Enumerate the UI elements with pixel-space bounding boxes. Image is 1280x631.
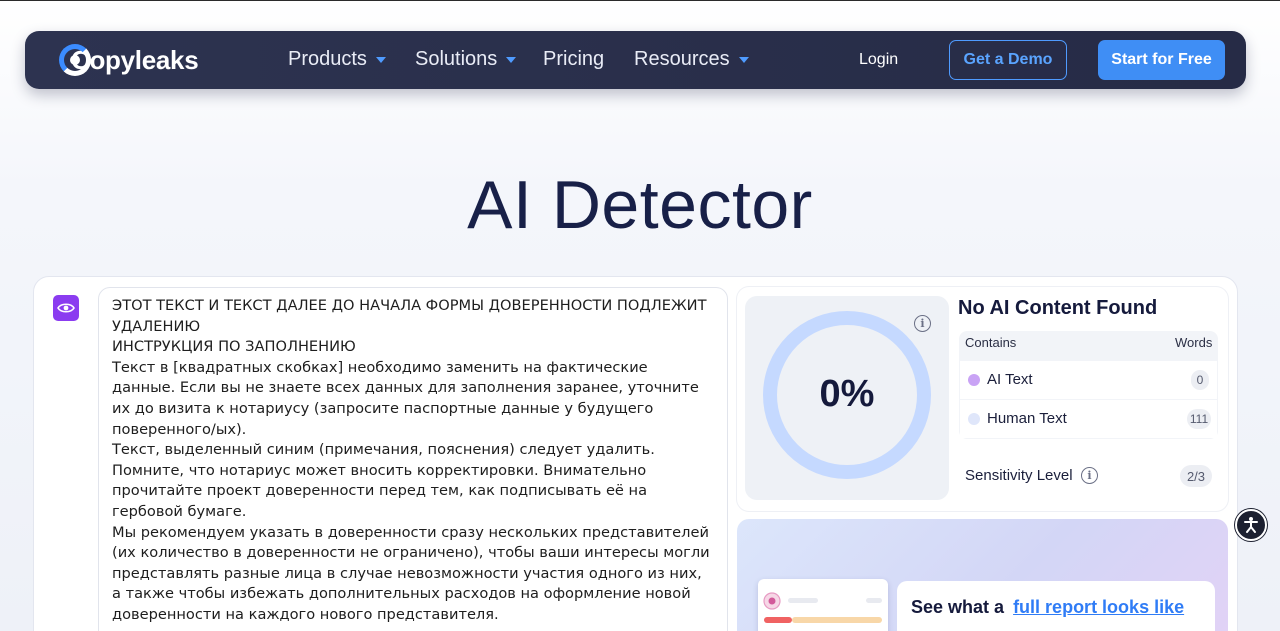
ai-text-label: AI Text [987,371,1033,388]
ai-text-count: 0 [1191,370,1209,390]
full-report-link[interactable]: full report looks like [1013,597,1184,617]
info-icon[interactable]: i [1081,467,1098,484]
nav-resources-label: Resources [634,48,730,70]
human-text-label: Human Text [987,410,1067,427]
logo-ring-icon [59,44,91,76]
ai-score-value: 0% [819,373,875,415]
nav-solutions[interactable]: Solutions [415,48,517,71]
editor-paragraph: Мы рекомендуем указать в доверенности ср… [112,523,710,623]
top-border [0,0,1280,1]
nav-products-label: Products [288,48,367,70]
stat-row-human: Human Text 111 [960,400,1217,438]
stat-row-ai: AI Text 0 [960,361,1217,399]
promo-lead: See what a [911,597,1005,617]
editor-paragraph: Текст в [квадратных скобках] необходимо … [112,358,699,438]
editor-paragraph: ЭТОТ ТЕКСТ И ТЕКСТ ДАЛЕЕ ДО НАЧАЛА ФОРМЫ… [112,297,707,335]
accessibility-icon[interactable] [1235,509,1267,541]
page-title: AI Detector [467,167,813,243]
eye-icon[interactable] [53,295,79,321]
chevron-down-icon [375,56,386,63]
contains-header: Contains [965,335,1017,350]
copyleaks-logo[interactable]: Copyleaks [59,43,199,77]
report-preview-thumbnail [758,579,888,631]
start-free-button[interactable]: Start for Free [1098,40,1225,80]
info-icon[interactable]: i [914,315,931,332]
nav-pricing-label: Pricing [543,48,605,70]
nav-pricing[interactable]: Pricing [543,48,604,71]
nav-solutions-label: Solutions [415,48,498,70]
human-text-count: 111 [1187,409,1211,429]
get-demo-button[interactable]: Get a Demo [949,40,1067,80]
result-title: No AI Content Found [958,297,1158,319]
editor-content[interactable]: ЭТОТ ТЕКСТ И ТЕКСТ ДАЛЕЕ ДО НАЧАЛА ФОРМЫ… [112,296,712,626]
ai-text-dot-icon [968,374,980,386]
editor-paragraph: Текст, выделенный синим (примечания, поя… [112,441,655,520]
sensitivity-label: Sensitivity Level [965,467,1073,484]
sensitivity-value[interactable]: 2/3 [1180,465,1212,487]
chevron-down-icon [506,56,517,63]
promo-text: See what a full report looks like [911,597,1184,618]
nav-resources[interactable]: Resources [634,48,749,71]
editor-paragraph: ИНСТРУКЦИЯ ПО ЗАПОЛНЕНИЮ [112,338,356,356]
top-navbar: Copyleaks Products Solutions Pricing Res… [25,31,1246,89]
words-header: Words [1175,335,1213,350]
login-link[interactable]: Login [859,51,898,69]
nav-products[interactable]: Products [288,48,386,71]
human-text-dot-icon [968,413,980,425]
chevron-down-icon [738,56,749,63]
